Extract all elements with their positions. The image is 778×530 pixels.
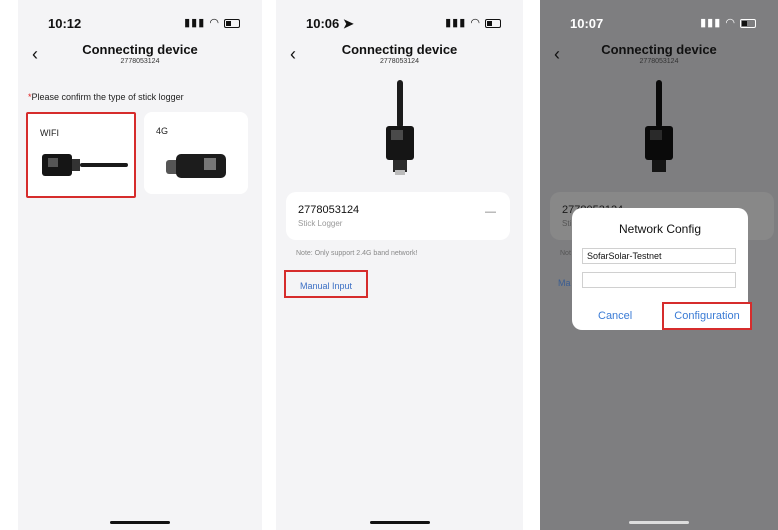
serial-action-dash[interactable]: — [485,206,496,218]
status-time: 10:06 ➤ [306,16,354,31]
location-arrow-icon: ➤ [342,16,354,31]
nav-bar: ‹ Connecting device 2778053124 [540,38,778,72]
stick-logger-image [645,80,673,172]
4g-option-card[interactable]: 4G [144,112,248,194]
battery-icon [224,18,240,28]
wifi-stick-logger-image [42,154,128,176]
status-bar: 10:12 ▮▮▮ ◠ [18,14,262,34]
home-indicator [110,521,170,524]
status-icons: ▮▮▮ ◠ [445,16,501,29]
prompt-text: Please confirm the type of stick logger [31,92,184,102]
device-serial-card: 2778053124 Stick Logger — [286,192,510,240]
status-bar: 10:07 ▮▮▮ ◠ [540,14,778,34]
wifi-option-card[interactable]: WIFI [26,112,136,198]
screen-network-config: 10:07 ▮▮▮ ◠ ‹ Connecting device 27780531… [540,0,778,530]
page-title: Connecting device [82,42,198,57]
screen-connecting-device: 10:06 ➤ ▮▮▮ ◠ ‹ Connecting device 277805… [276,0,523,530]
manual-input-link[interactable]: Ma [558,278,571,288]
signal-icon: ▮▮▮ [700,17,722,29]
status-bar: 10:06 ➤ ▮▮▮ ◠ [276,14,523,34]
4g-stick-logger-image [166,154,226,178]
network-config-dialog: Network Config SofarSolar-Testnet Cancel… [572,208,752,330]
logger-type-prompt: *Please confirm the type of stick logger [28,92,184,102]
status-time: 10:12 [48,16,82,31]
band-note: Not [560,250,571,257]
page-title: Connecting device [601,42,717,57]
cancel-button[interactable]: Cancel [598,310,632,322]
password-input[interactable] [582,272,736,288]
serial-type: Stick Logger [298,219,343,228]
manual-input-link[interactable]: Manual Input [284,270,368,298]
wifi-icon: ◠ [209,17,220,29]
configuration-button[interactable]: Configuration [662,302,752,330]
page-subtitle: 2778053124 [639,58,679,65]
battery-icon [485,18,501,28]
status-time: 10:07 [570,16,604,31]
page-title: Connecting device [341,42,458,57]
serial-type: Sti [562,219,572,228]
status-icons: ▮▮▮ ◠ [700,16,756,29]
nav-bar: ‹ Connecting device 2778053124 [18,38,262,72]
home-indicator [369,521,430,524]
dialog-title: Network Config [618,222,702,236]
screen-select-logger: 10:12 ▮▮▮ ◠ ‹ Connecting device 27780531… [18,0,262,530]
page-subtitle: 2778053124 [380,58,419,65]
stick-logger-image [385,80,414,175]
signal-icon: ▮▮▮ [445,17,467,29]
home-indicator [629,521,689,524]
signal-icon: ▮▮▮ [184,17,206,29]
wifi-icon: ◠ [470,17,481,29]
serial-number: 2778053124 [298,204,360,216]
battery-icon [740,18,756,28]
band-note: Note: Only support 2.4G band network! [296,250,418,257]
wifi-icon: ◠ [725,17,736,29]
nav-bar: ‹ Connecting device 2778053124 [276,38,523,72]
status-icons: ▮▮▮ ◠ [184,16,240,29]
ssid-input[interactable]: SofarSolar-Testnet [582,248,736,264]
page-subtitle: 2778053124 [120,58,160,65]
